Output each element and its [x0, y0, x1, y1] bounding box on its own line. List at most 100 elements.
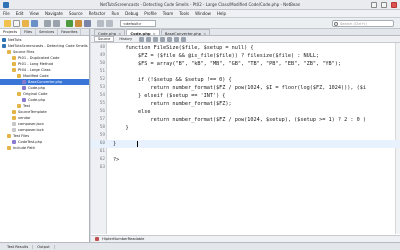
- folder-icon: [7, 134, 11, 138]
- save-all-icon[interactable]: [31, 20, 38, 27]
- line-number: 48: [99, 45, 105, 50]
- tab-test-results[interactable]: Test Results: [3, 244, 34, 249]
- debug-icon[interactable]: [75, 20, 82, 27]
- menu-edit[interactable]: Edit: [16, 11, 24, 16]
- config-select[interactable]: <default>: [120, 20, 156, 27]
- menu-source[interactable]: Source: [69, 11, 83, 16]
- folder-icon: [17, 104, 21, 108]
- undo-icon[interactable]: [44, 20, 51, 27]
- menu-refactor[interactable]: Refactor: [89, 11, 106, 16]
- line-number: 51: [99, 69, 105, 74]
- menu-team[interactable]: Team: [163, 11, 174, 16]
- search-input[interactable]: Search (Ctrl+I): [332, 20, 394, 27]
- tree-item-label: vendor: [18, 116, 31, 120]
- code-area[interactable]: 48 function FileSize($file, $setup = nul…: [91, 43, 400, 234]
- minimize-button[interactable]: [371, 2, 377, 8]
- menu-debug[interactable]: Debug: [125, 11, 138, 16]
- tree-item-label: CodeTest.php: [18, 140, 43, 144]
- menu-bar: File Edit View Navigate Source Refactor Run Deb…: [0, 10, 400, 18]
- code-line[interactable]: 55 return number_format($FZ);: [91, 100, 400, 108]
- code-line[interactable]: 54 } elseif ($setup == 'INT') {: [91, 92, 400, 100]
- tab-source[interactable]: Source: [94, 36, 115, 42]
- code-line[interactable]: 63: [91, 164, 400, 172]
- file-tab[interactable]: Code.php ×: [94, 29, 126, 36]
- comment-icon[interactable]: [181, 36, 187, 42]
- redo-icon[interactable]: [53, 20, 60, 27]
- code-line[interactable]: 62 ?>: [91, 156, 400, 164]
- search-icon: [334, 22, 338, 26]
- code-line[interactable]: 53 return number_format($FZ / pow(1024, …: [91, 84, 400, 92]
- shift-right-icon[interactable]: [174, 36, 180, 42]
- code-text: else: [113, 109, 151, 115]
- menu-window[interactable]: Window: [195, 11, 211, 16]
- code-line[interactable]: 51: [91, 68, 400, 76]
- menu-help[interactable]: Help: [217, 11, 226, 16]
- close-button[interactable]: [391, 2, 397, 8]
- new-project-icon[interactable]: [4, 20, 11, 27]
- back-icon[interactable]: [139, 36, 145, 42]
- close-tab-icon[interactable]: ×: [203, 31, 206, 36]
- clean-build-icon[interactable]: [106, 20, 113, 27]
- menu-profile[interactable]: Profile: [144, 11, 156, 16]
- code-line[interactable]: 60}: [91, 140, 400, 148]
- main-toolbar: <default> Search (Ctrl+I): [0, 18, 400, 29]
- tab-output[interactable]: Output: [33, 244, 55, 249]
- code-line[interactable]: 56 else: [91, 108, 400, 116]
- file-tab[interactable]: BaseConverter.php ×: [160, 29, 211, 36]
- maximize-button[interactable]: [381, 2, 387, 8]
- code-line[interactable]: 50 $FS = array("B", "kB", "MB", "GB", "T…: [91, 60, 400, 68]
- tree-item-label: Code.php: [28, 86, 46, 90]
- file-tab[interactable]: Code.php ×: [126, 29, 160, 36]
- code-text: return number_format($FZ / pow(1024, $se…: [113, 117, 366, 123]
- find-icon[interactable]: [153, 36, 159, 42]
- shift-left-icon[interactable]: [167, 36, 173, 42]
- project-icon: [2, 44, 6, 48]
- profile-icon[interactable]: [84, 20, 91, 27]
- tree-item[interactable]: Include Path: [0, 145, 89, 151]
- menu-file[interactable]: File: [3, 11, 10, 16]
- menu-navigate[interactable]: Navigate: [45, 11, 63, 16]
- code-text: return number_format($FZ / pow(1024, $I …: [113, 85, 366, 91]
- file-tab-label: Code.php: [130, 31, 151, 36]
- line-number: 55: [99, 101, 105, 106]
- code-line[interactable]: 57 return number_format($FZ / pow(1024, …: [91, 116, 400, 124]
- folder-icon: [12, 68, 16, 72]
- file-tab-label: BaseConverter.php: [164, 31, 202, 36]
- menu-tools[interactable]: Tools: [179, 11, 189, 16]
- new-file-icon[interactable]: [13, 20, 20, 27]
- tree-item-label: Pt01 - Long Method: [18, 62, 54, 66]
- menu-view[interactable]: View: [29, 11, 39, 16]
- line-number: 49: [99, 53, 105, 58]
- editor-toolbar: Source History: [91, 36, 400, 43]
- build-icon[interactable]: [97, 20, 104, 27]
- tab-history[interactable]: History: [116, 37, 135, 41]
- tab-files[interactable]: Files: [21, 29, 37, 35]
- project-icon: [2, 38, 6, 42]
- code-line[interactable]: 61: [91, 148, 400, 156]
- code-line[interactable]: 52 if (!$setup && $setup !== 0) {: [91, 76, 400, 84]
- tree-item-label: SourceTemplate: [18, 110, 47, 114]
- tree-item-label: BaseConverter.php: [28, 80, 63, 84]
- code-line[interactable]: 49 $FZ = ($file && @is_file($file)) ? fi…: [91, 52, 400, 60]
- tab-projects[interactable]: Projects: [0, 29, 22, 35]
- toggle-bookmark-icon[interactable]: [160, 36, 166, 42]
- close-tab-icon[interactable]: ×: [153, 31, 156, 36]
- file-icon: [12, 128, 16, 132]
- class-icon: [95, 237, 99, 241]
- run-icon[interactable]: [66, 20, 73, 27]
- tree-item-label: Modified Code: [23, 74, 49, 78]
- code-line[interactable]: 48 function FileSize($file, $setup = nul…: [91, 44, 400, 52]
- tab-favorites[interactable]: Favorites: [58, 29, 82, 35]
- code-line[interactable]: 58 }: [91, 124, 400, 132]
- title-bar: NetTutsScreencasts - Detecting Code Smel…: [0, 0, 400, 10]
- forward-icon[interactable]: [146, 36, 152, 42]
- close-tab-icon[interactable]: ×: [118, 31, 121, 36]
- menu-run[interactable]: Run: [111, 11, 119, 16]
- open-project-icon[interactable]: [22, 20, 29, 27]
- code-line[interactable]: 59: [91, 132, 400, 140]
- folder-icon: [17, 92, 21, 96]
- php-icon: [22, 86, 26, 90]
- tree-item-label: composer.lock: [18, 128, 44, 132]
- tab-services[interactable]: Services: [36, 29, 59, 35]
- breadcrumb-label[interactable]: HipterNumberReadable: [102, 237, 144, 241]
